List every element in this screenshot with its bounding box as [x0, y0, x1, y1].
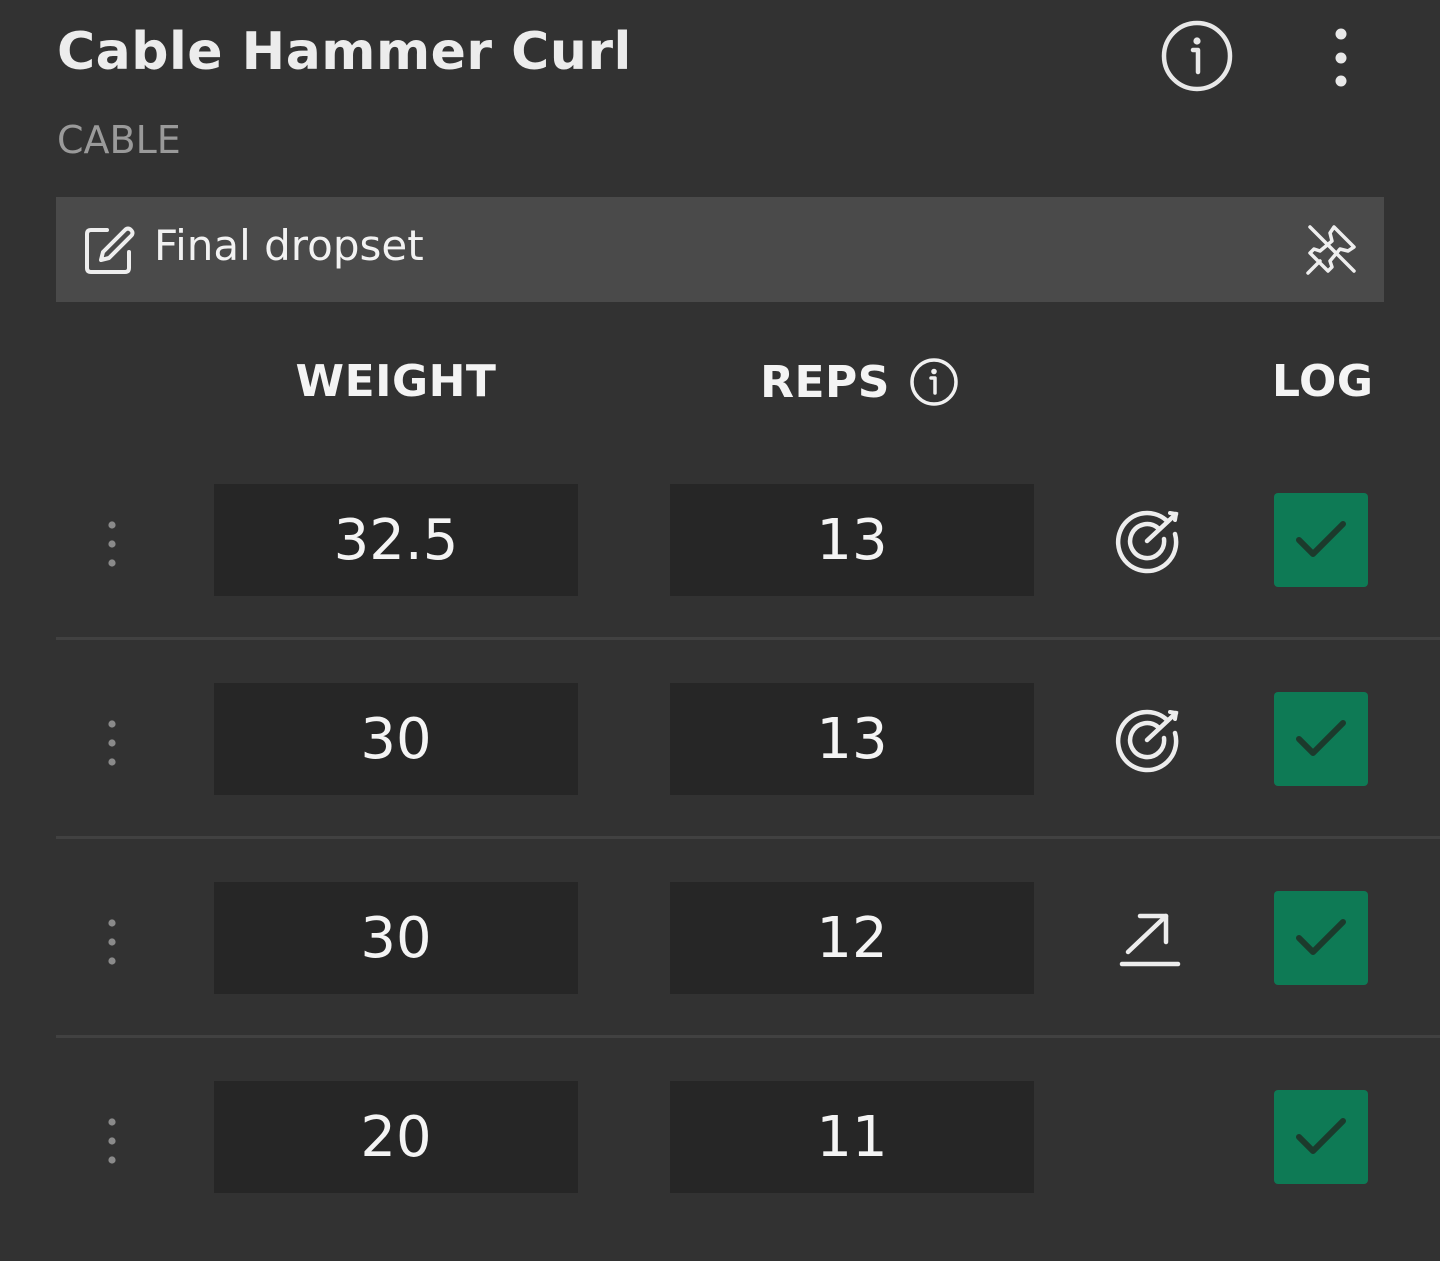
reps-info-icon[interactable] [908, 356, 960, 408]
drag-handle-icon[interactable] [92, 917, 132, 967]
target-icon[interactable] [1110, 701, 1188, 779]
note-text: Final dropset [154, 221, 424, 270]
log-set-checkbox[interactable] [1274, 1090, 1368, 1184]
reps-input[interactable]: 11 [670, 1081, 1034, 1193]
check-icon [1296, 1118, 1346, 1154]
check-icon [1296, 521, 1346, 557]
row-divider [56, 1035, 1440, 1038]
more-options-button[interactable] [1310, 17, 1372, 95]
row-divider [56, 836, 1440, 839]
weight-input[interactable]: 30 [214, 683, 578, 795]
drag-handle-icon[interactable] [92, 1116, 132, 1166]
set-row: 32.5 13 [0, 484, 1440, 683]
set-row: 30 13 [0, 683, 1440, 882]
reps-input[interactable]: 12 [670, 882, 1034, 994]
exercise-info-button[interactable] [1156, 17, 1238, 95]
log-set-checkbox[interactable] [1274, 493, 1368, 587]
more-vertical-icon [1335, 28, 1347, 87]
drag-handle-icon[interactable] [92, 519, 132, 569]
target-icon[interactable] [1110, 502, 1188, 580]
set-row: 30 12 [0, 882, 1440, 1081]
check-icon [1296, 919, 1346, 955]
weight-input[interactable]: 32.5 [214, 484, 578, 596]
equipment-label: CABLE [57, 118, 181, 162]
drag-handle-icon[interactable] [92, 718, 132, 768]
info-circle-icon [1161, 20, 1233, 92]
reps-input[interactable]: 13 [670, 683, 1034, 795]
unpin-icon[interactable] [1302, 219, 1362, 279]
check-icon [1296, 720, 1346, 756]
column-header-reps-label: REPS [760, 356, 890, 408]
exercise-note[interactable]: Final dropset [56, 197, 1384, 302]
edit-note-icon [82, 221, 138, 277]
exercise-title: Cable Hammer Curl [57, 22, 632, 82]
log-set-checkbox[interactable] [1274, 891, 1368, 985]
set-row: 20 11 [0, 1081, 1440, 1261]
column-header-weight: WEIGHT [295, 356, 497, 407]
reps-input[interactable]: 13 [670, 484, 1034, 596]
column-header-log: LOG [1272, 356, 1374, 407]
weight-input[interactable]: 20 [214, 1081, 578, 1193]
log-set-checkbox[interactable] [1274, 692, 1368, 786]
progress-arrow-icon[interactable] [1110, 900, 1188, 978]
row-divider [56, 637, 1440, 640]
column-header-reps: REPS [720, 356, 1000, 408]
weight-input[interactable]: 30 [214, 882, 578, 994]
